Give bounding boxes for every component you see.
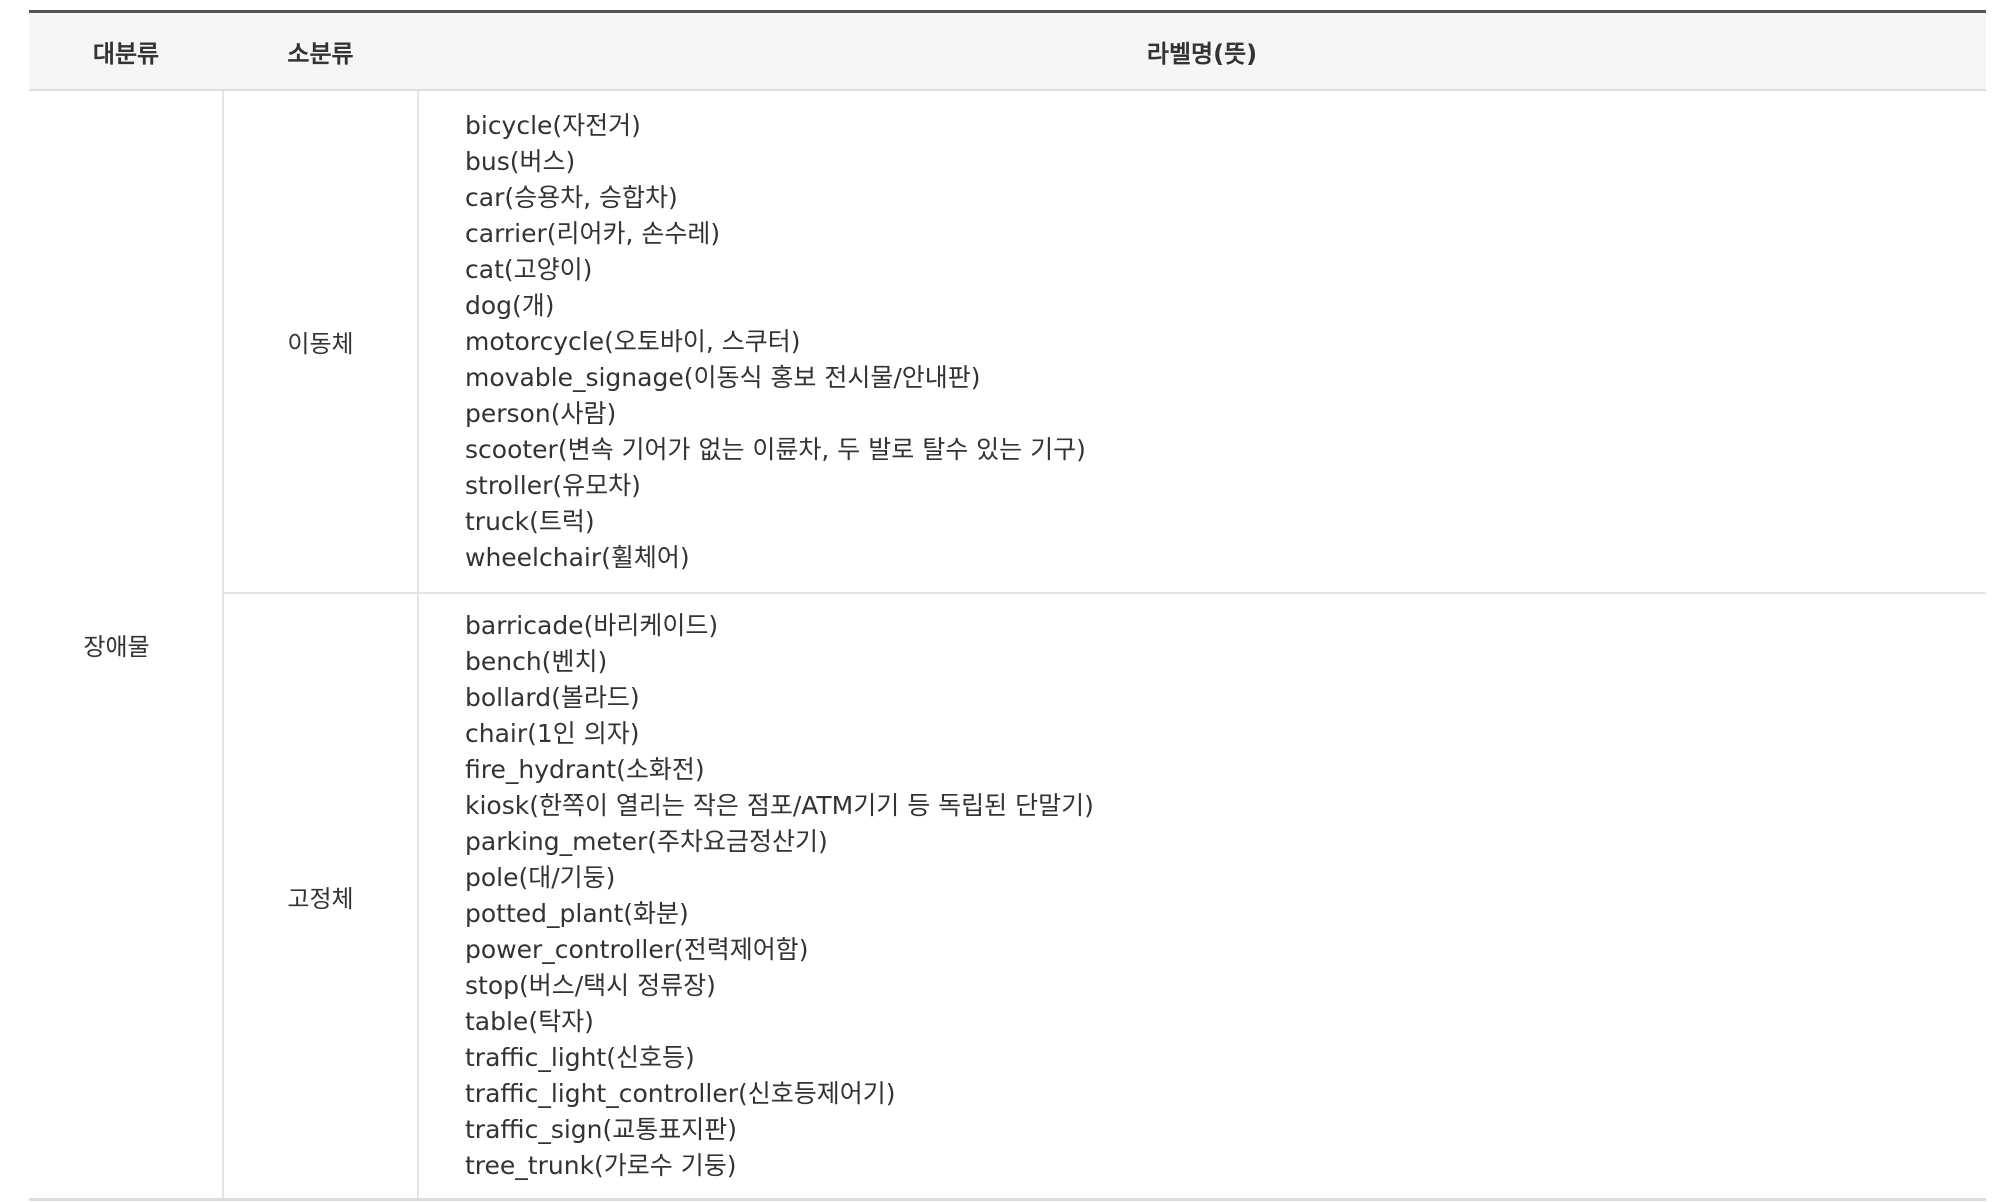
label-item: wheelchair(휠체어) [465, 542, 690, 572]
label-item: tree_trunk(가로수 기둥) [465, 1151, 737, 1180]
label-item: cat(고양이) [465, 254, 593, 284]
label-item: scooter(변속 기어가 없는 이륜차, 두 발로 탈수 있는 기구) [465, 434, 1086, 464]
label-list-fixed: barricade(바리케이드) bench(벤치) bollard(볼라드) cha… [465, 608, 1986, 1184]
label-item: traffic_light(신호등) [465, 1043, 695, 1072]
label-item: power_controller(전력제어함) [465, 935, 809, 964]
minor-category-fixed: 고정체 [223, 593, 419, 1201]
label-item: pole(대/기둥) [465, 863, 616, 892]
labels-cell-fixed: barricade(바리케이드) bench(벤치) bollard(볼라드) cha… [418, 593, 1986, 1201]
label-item: stop(버스/택시 정류장) [465, 971, 716, 1000]
label-item: stroller(유모차) [465, 470, 641, 500]
label-item: bus(버스) [465, 146, 576, 176]
header-row: 대분류 소분류 라벨명(뜻) [29, 10, 1986, 91]
label-item: kiosk(한쪽이 열리는 작은 점포/ATM기기 등 독립된 단말기) [465, 791, 1094, 820]
label-item: chair(1인 의자) [465, 719, 640, 748]
label-classification-table: 대분류 소분류 라벨명(뜻) 장애물 이동체 bicycle(자전거) bus(버… [29, 10, 1986, 1201]
label-item: motorcycle(오토바이, 스쿠터) [465, 326, 801, 356]
label-item: car(승용차, 승합차) [465, 182, 678, 212]
label-item: bollard(볼라드) [465, 683, 640, 712]
label-item: person(사람) [465, 398, 617, 428]
header-label-name: 라벨명(뜻) [418, 10, 1986, 91]
label-item: traffic_sign(교통표지판) [465, 1115, 738, 1144]
table-row-moving-objects: 장애물 이동체 bicycle(자전거) bus(버스) car(승용차, 승합차)… [29, 90, 1986, 1201]
label-item: bicycle(자전거) [465, 110, 641, 140]
label-item: dog(개) [465, 290, 555, 320]
header-major-category: 대분류 [29, 10, 223, 91]
label-item: truck(트럭) [465, 506, 595, 536]
label-item: movable_signage(이동식 홍보 전시물/안내판) [465, 362, 981, 392]
label-item: potted_plant(화분) [465, 899, 689, 928]
label-item: traffic_light_controller(신호등제어기) [465, 1079, 896, 1108]
minor-category-moving: 이동체 [223, 90, 419, 594]
header-minor-category: 소분류 [223, 10, 418, 91]
label-item: bench(벤치) [465, 647, 608, 676]
label-item: table(탁자) [465, 1007, 594, 1036]
table-body: 장애물 이동체 bicycle(자전거) bus(버스) car(승용차, 승합차)… [29, 90, 1986, 1201]
table-row-fixed-objects: 고정체 barricade(바리케이드) bench(벤치) bollard(볼라드… [29, 593, 1986, 1201]
label-item: parking_meter(주차요금정산기) [465, 827, 828, 856]
labels-cell-moving: bicycle(자전거) bus(버스) car(승용차, 승합차) carrier(… [418, 90, 1986, 594]
table-header: 대분류 소분류 라벨명(뜻) [29, 10, 1986, 91]
major-category-cell: 장애물 [29, 90, 224, 1201]
label-item: carrier(리어카, 손수레) [465, 218, 721, 248]
label-item: fire_hydrant(소화전) [465, 755, 705, 784]
label-item: barricade(바리케이드) [465, 611, 719, 640]
label-list-moving: bicycle(자전거) bus(버스) car(승용차, 승합차) carrier(… [465, 108, 1986, 576]
